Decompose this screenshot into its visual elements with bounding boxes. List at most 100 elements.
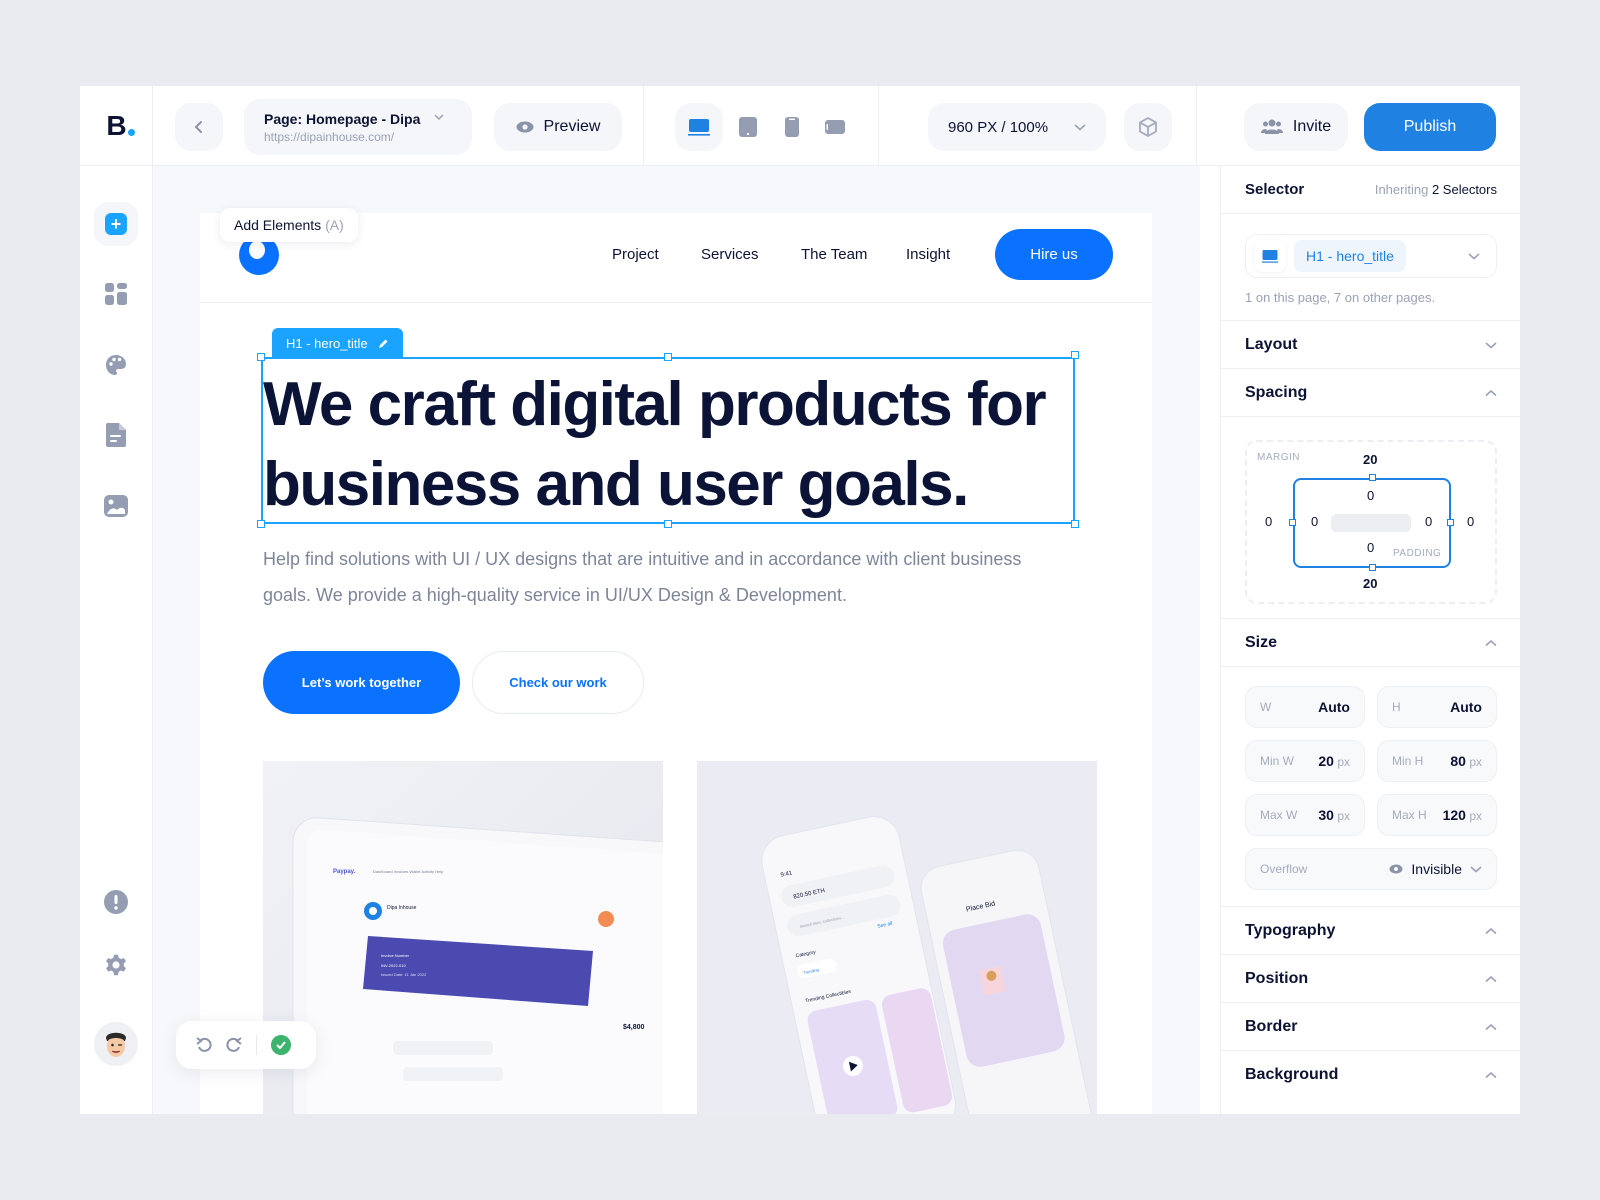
hire-us-button[interactable]: Hire us <box>995 229 1113 280</box>
viewport-zoom-select[interactable]: 960 PX / 100% <box>928 103 1106 151</box>
chevron-up-icon <box>1485 389 1497 396</box>
site-nav-insight[interactable]: Insight <box>906 246 950 263</box>
styles-button[interactable] <box>94 343 138 387</box>
back-button[interactable] <box>175 103 223 151</box>
svg-text:$4,800: $4,800 <box>623 1024 645 1031</box>
section-size[interactable]: Size <box>1221 619 1520 667</box>
portfolio-image-invoice[interactable]: Paypay. Dashboard Invoices Wallet Activi… <box>263 761 663 1114</box>
max-height-field[interactable]: Max H 120 px <box>1377 794 1497 836</box>
height-field[interactable]: H Auto <box>1377 686 1497 728</box>
margin-right-handle[interactable] <box>1447 519 1454 526</box>
resize-handle[interactable] <box>1071 351 1079 359</box>
padding-bottom-value[interactable]: 0 <box>1367 540 1374 555</box>
saved-status-icon <box>271 1035 291 1055</box>
cta-check-work-button[interactable]: Check our work <box>472 651 644 714</box>
overflow-value: Invisible <box>1411 861 1462 877</box>
unit-label: px <box>1469 755 1482 769</box>
width-label: W <box>1260 700 1272 714</box>
min-width-field[interactable]: Min W 20 px <box>1245 740 1365 782</box>
mobile-landscape-icon <box>825 120 845 134</box>
device-landscape-button[interactable] <box>811 103 859 151</box>
eye-icon <box>1389 864 1403 874</box>
padding-right-value[interactable]: 0 <box>1425 514 1432 529</box>
device-mobile-button[interactable] <box>768 103 816 151</box>
padding-top-value[interactable]: 0 <box>1367 488 1374 503</box>
laptop-icon <box>1262 249 1278 263</box>
max-height-value: 120 <box>1442 807 1466 823</box>
selector-chip[interactable]: H1 - hero_title <box>1294 240 1406 272</box>
section-spacing[interactable]: Spacing <box>1221 369 1520 417</box>
image-icon <box>104 495 128 517</box>
preview-button[interactable]: Preview <box>494 103 622 151</box>
cta-work-together-button[interactable]: Let’s work together <box>263 651 460 714</box>
left-toolbar: + <box>80 166 153 1114</box>
svg-text:Invoice Number: Invoice Number <box>381 953 410 958</box>
cube-icon <box>1139 117 1157 137</box>
section-background[interactable]: Background <box>1221 1051 1520 1099</box>
alerts-button[interactable] <box>94 880 138 924</box>
width-value: Auto <box>1318 699 1350 715</box>
page-selector[interactable]: Page: Homepage - Dipa https://dipainhous… <box>244 99 472 155</box>
hero-subtitle[interactable]: Help find solutions with UI / UX designs… <box>263 541 1023 613</box>
margin-left-handle[interactable] <box>1289 519 1296 526</box>
section-typography[interactable]: Typography <box>1221 907 1520 955</box>
tablet-icon <box>739 117 757 137</box>
hero-title[interactable]: We craft digital products for business a… <box>263 365 1063 525</box>
divider <box>256 1035 257 1055</box>
preview-label: Preview <box>543 118 601 135</box>
chevron-down-icon <box>1468 253 1480 260</box>
width-field[interactable]: W Auto <box>1245 686 1365 728</box>
invite-button[interactable]: Invite <box>1244 103 1348 151</box>
user-avatar[interactable] <box>94 1022 138 1066</box>
site-nav-services[interactable]: Services <box>701 246 759 263</box>
padding-left-value[interactable]: 0 <box>1311 514 1318 529</box>
section-size-title: Size <box>1245 633 1278 651</box>
zoom-value: 960 PX / 100% <box>948 118 1049 136</box>
spacing-editor: MARGIN 20 20 0 0 0 0 0 0 PADDING <box>1245 440 1497 604</box>
margin-top-handle[interactable] <box>1369 474 1376 481</box>
editor-canvas[interactable]: Project Services The Team Insight Hire u… <box>153 166 1200 1114</box>
max-width-field[interactable]: Max W 30 px <box>1245 794 1365 836</box>
selector-dropdown[interactable]: H1 - hero_title <box>1245 234 1497 278</box>
margin-top-value[interactable]: 20 <box>1363 452 1377 467</box>
section-position[interactable]: Position <box>1221 955 1520 1003</box>
device-desktop-button[interactable] <box>675 103 723 151</box>
margin-right-value[interactable]: 0 <box>1467 514 1474 529</box>
laptop-icon <box>688 119 710 136</box>
site-nav-project[interactable]: Project <box>612 246 659 263</box>
components-button[interactable] <box>94 272 138 316</box>
section-layout[interactable]: Layout <box>1221 321 1520 369</box>
margin-label: MARGIN <box>1257 452 1300 463</box>
max-width-label: Max W <box>1260 808 1298 822</box>
resize-handle[interactable] <box>1071 520 1079 528</box>
app-logo[interactable]: B <box>106 110 135 142</box>
site-page: Project Services The Team Insight Hire u… <box>200 213 1152 1114</box>
section-border[interactable]: Border <box>1221 1003 1520 1051</box>
site-nav-team[interactable]: The Team <box>801 246 867 263</box>
undo-icon[interactable] <box>196 1037 212 1053</box>
settings-button[interactable] <box>94 943 138 987</box>
margin-bottom-handle[interactable] <box>1369 564 1376 571</box>
section-background-title: Background <box>1245 1066 1339 1083</box>
resize-handle[interactable] <box>257 353 265 361</box>
chevron-up-icon <box>1485 639 1497 646</box>
svg-text:Dipa Inhouse: Dipa Inhouse <box>387 905 417 911</box>
margin-bottom-value[interactable]: 20 <box>1363 576 1377 591</box>
add-elements-button[interactable]: + <box>94 202 138 246</box>
logo-cell: B <box>80 86 153 166</box>
redo-icon[interactable] <box>226 1037 242 1053</box>
invoice-mockup-illustration: Paypay. Dashboard Invoices Wallet Activi… <box>263 761 663 1114</box>
pages-button[interactable] <box>94 413 138 457</box>
selection-tag[interactable]: H1 - hero_title <box>272 328 403 358</box>
resize-handle[interactable] <box>664 353 672 361</box>
section-position-title: Position <box>1245 969 1309 987</box>
device-tablet-button[interactable] <box>724 103 772 151</box>
portfolio-image-mobile[interactable]: Place Bid 9:41 820.50 ETH Search item, c… <box>697 761 1097 1114</box>
margin-left-value[interactable]: 0 <box>1265 514 1272 529</box>
media-button[interactable] <box>94 484 138 528</box>
publish-button[interactable]: Publish <box>1364 103 1496 151</box>
3d-view-button[interactable] <box>1124 103 1172 151</box>
inheriting-count[interactable]: 2 Selectors <box>1432 182 1497 197</box>
overflow-select[interactable]: Overflow Invisible <box>1245 848 1497 890</box>
min-height-field[interactable]: Min H 80 px <box>1377 740 1497 782</box>
